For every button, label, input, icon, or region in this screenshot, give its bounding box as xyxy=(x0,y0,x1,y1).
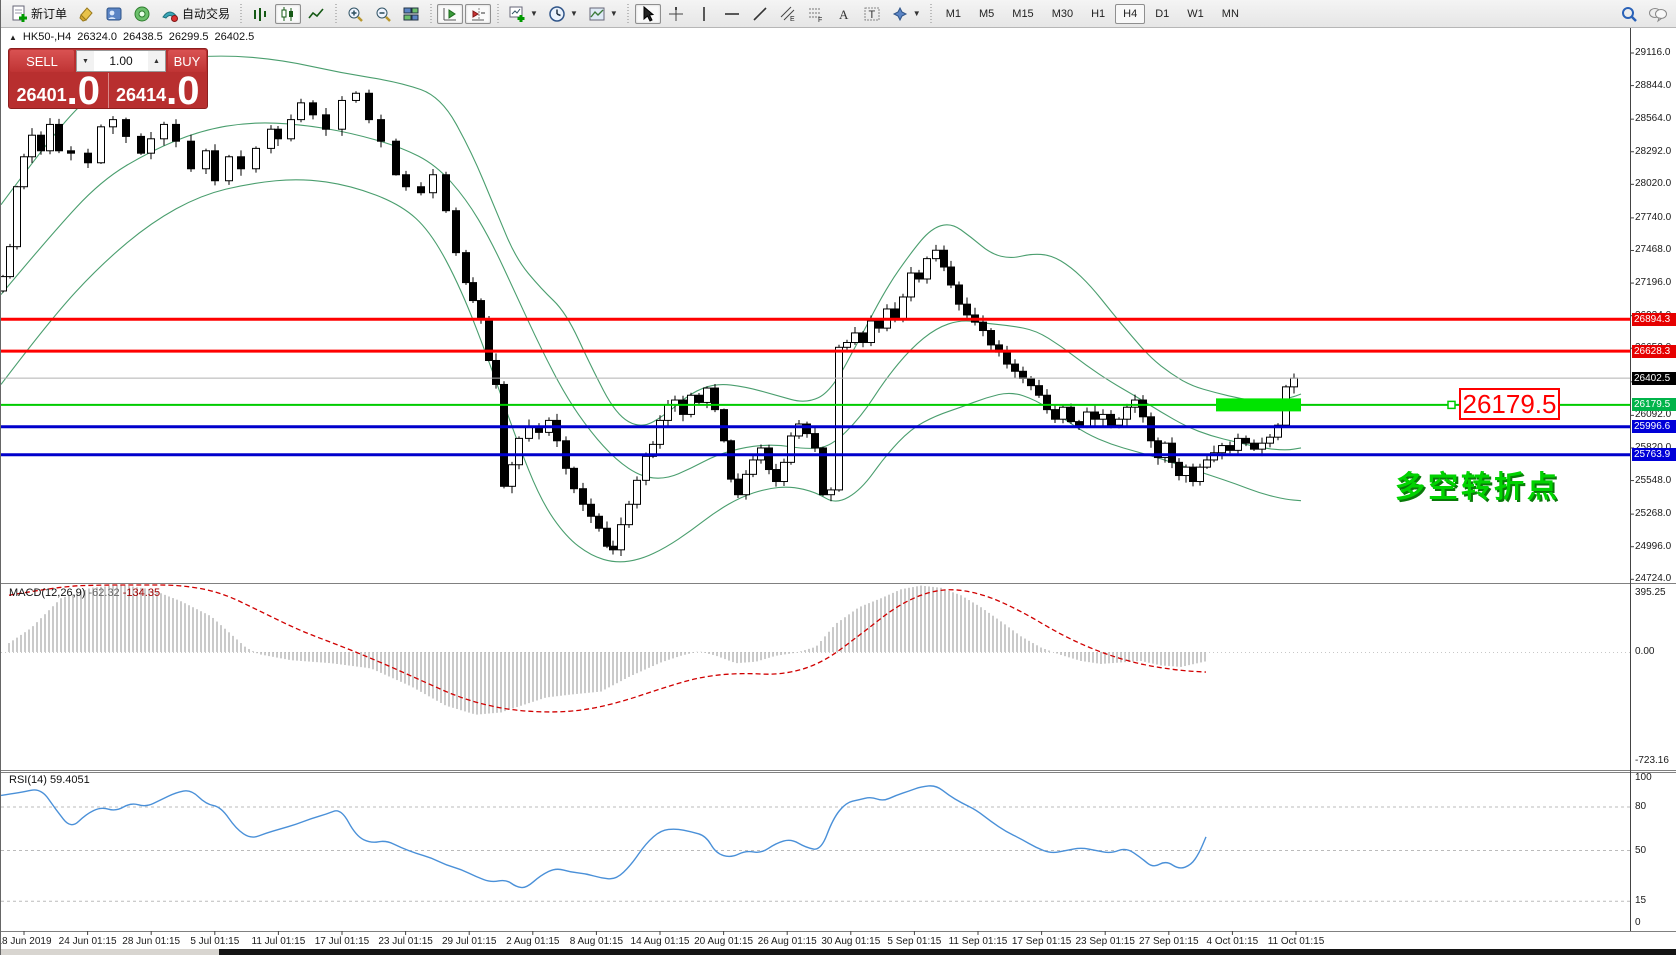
timeframe-m1-button[interactable]: M1 xyxy=(938,4,969,24)
svg-text:E: E xyxy=(790,16,795,23)
svg-text:F: F xyxy=(818,17,822,23)
periods-button[interactable]: ▼ xyxy=(544,4,582,24)
buy-price[interactable]: 26414.0 xyxy=(109,73,208,108)
chart-canvas[interactable] xyxy=(1,0,1676,955)
timeframe-m30-button[interactable]: M30 xyxy=(1044,4,1081,24)
timeframe-h1-button[interactable]: H1 xyxy=(1083,4,1113,24)
channel-button[interactable]: E xyxy=(775,4,801,24)
chart-shift-button[interactable] xyxy=(465,4,491,24)
timeframe-mn-button[interactable]: MN xyxy=(1214,4,1247,24)
main-pane[interactable] xyxy=(1,56,1301,562)
toolbar-separator xyxy=(495,4,500,24)
sell-price-main: 26401 xyxy=(17,86,67,104)
bollinger-lower-band xyxy=(1,180,1301,562)
new-chart-button[interactable]: ▼ xyxy=(504,4,542,24)
svg-text:A: A xyxy=(839,7,849,22)
tile-windows-button[interactable] xyxy=(398,4,424,24)
macd-pane[interactable] xyxy=(1,585,1630,715)
timeframe-d1-button[interactable]: D1 xyxy=(1147,4,1177,24)
shapes-button[interactable]: ▼ xyxy=(887,4,925,24)
sell-price[interactable]: 26401.0 xyxy=(9,73,109,108)
rsi-line xyxy=(1,786,1206,888)
callout-anchor-marker xyxy=(1448,401,1455,408)
cursor-button[interactable] xyxy=(635,4,661,24)
label-button[interactable]: T xyxy=(859,4,885,24)
eraser-button[interactable] xyxy=(73,4,99,24)
toolbar-separator xyxy=(428,4,433,24)
chat-button[interactable] xyxy=(1644,4,1672,24)
timeframe-w1-button[interactable]: W1 xyxy=(1179,4,1212,24)
sound-alert-button[interactable] xyxy=(129,4,155,24)
toolbar: 新订单自动交易▼▼▼EFAT▼M1M5M15M30H1H4D1W1MN xyxy=(1,0,1676,28)
vline-button[interactable] xyxy=(691,4,717,24)
zoom-out-button[interactable] xyxy=(370,4,396,24)
buy-price-main: 26414 xyxy=(116,86,166,104)
new-order-button[interactable]: 新订单 xyxy=(6,4,71,24)
volume-up-button[interactable]: ▲ xyxy=(148,51,165,71)
sell-price-decimal: .0 xyxy=(67,76,100,107)
fibo-button[interactable]: F xyxy=(803,4,829,24)
auto-scroll-button[interactable] xyxy=(437,4,463,24)
zoom-in-button[interactable] xyxy=(342,4,368,24)
buy-price-decimal: .0 xyxy=(166,76,199,107)
toolbar-separator xyxy=(333,4,338,24)
candle-chart-button[interactable] xyxy=(275,4,301,24)
toolbar-separator xyxy=(626,4,631,24)
svg-text:T: T xyxy=(868,9,875,21)
profiles-button[interactable] xyxy=(101,4,127,24)
candles xyxy=(1,90,1298,556)
level-highlight-rect[interactable] xyxy=(1216,398,1301,411)
hline-button[interactable] xyxy=(719,4,745,24)
timeframe-m15-button[interactable]: M15 xyxy=(1004,4,1041,24)
rsi-pane[interactable] xyxy=(1,786,1630,901)
bollinger-middle-band xyxy=(1,123,1301,478)
toolbar-separator xyxy=(238,4,243,24)
sell-button[interactable]: SELL xyxy=(10,50,74,72)
timeframe-m5-button[interactable]: M5 xyxy=(971,4,1002,24)
crosshair-button[interactable] xyxy=(663,4,689,24)
auto-trading-button[interactable]: 自动交易 xyxy=(157,4,234,24)
templates-button[interactable]: ▼ xyxy=(584,4,622,24)
timeframe-h4-button[interactable]: H4 xyxy=(1115,4,1145,24)
text-button[interactable]: A xyxy=(831,4,857,24)
one-click-trade-panel: SELL ▼ 1.00 ▲ BUY 26401.0 26414.0 xyxy=(8,48,208,109)
search-button[interactable] xyxy=(1616,4,1642,24)
line-chart-button[interactable] xyxy=(303,4,329,24)
mt4-window: 新订单自动交易▼▼▼EFAT▼M1M5M15M30H1H4D1W1MN ▲ HK… xyxy=(0,0,1676,955)
volume-down-button[interactable]: ▼ xyxy=(77,51,94,71)
price-level-callout[interactable]: 26179.5 xyxy=(1459,388,1560,420)
trendline-button[interactable] xyxy=(747,4,773,24)
toolbar-separator xyxy=(929,4,934,24)
volume-input[interactable]: 1.00 xyxy=(94,51,148,71)
bar-chart-button[interactable] xyxy=(247,4,273,24)
